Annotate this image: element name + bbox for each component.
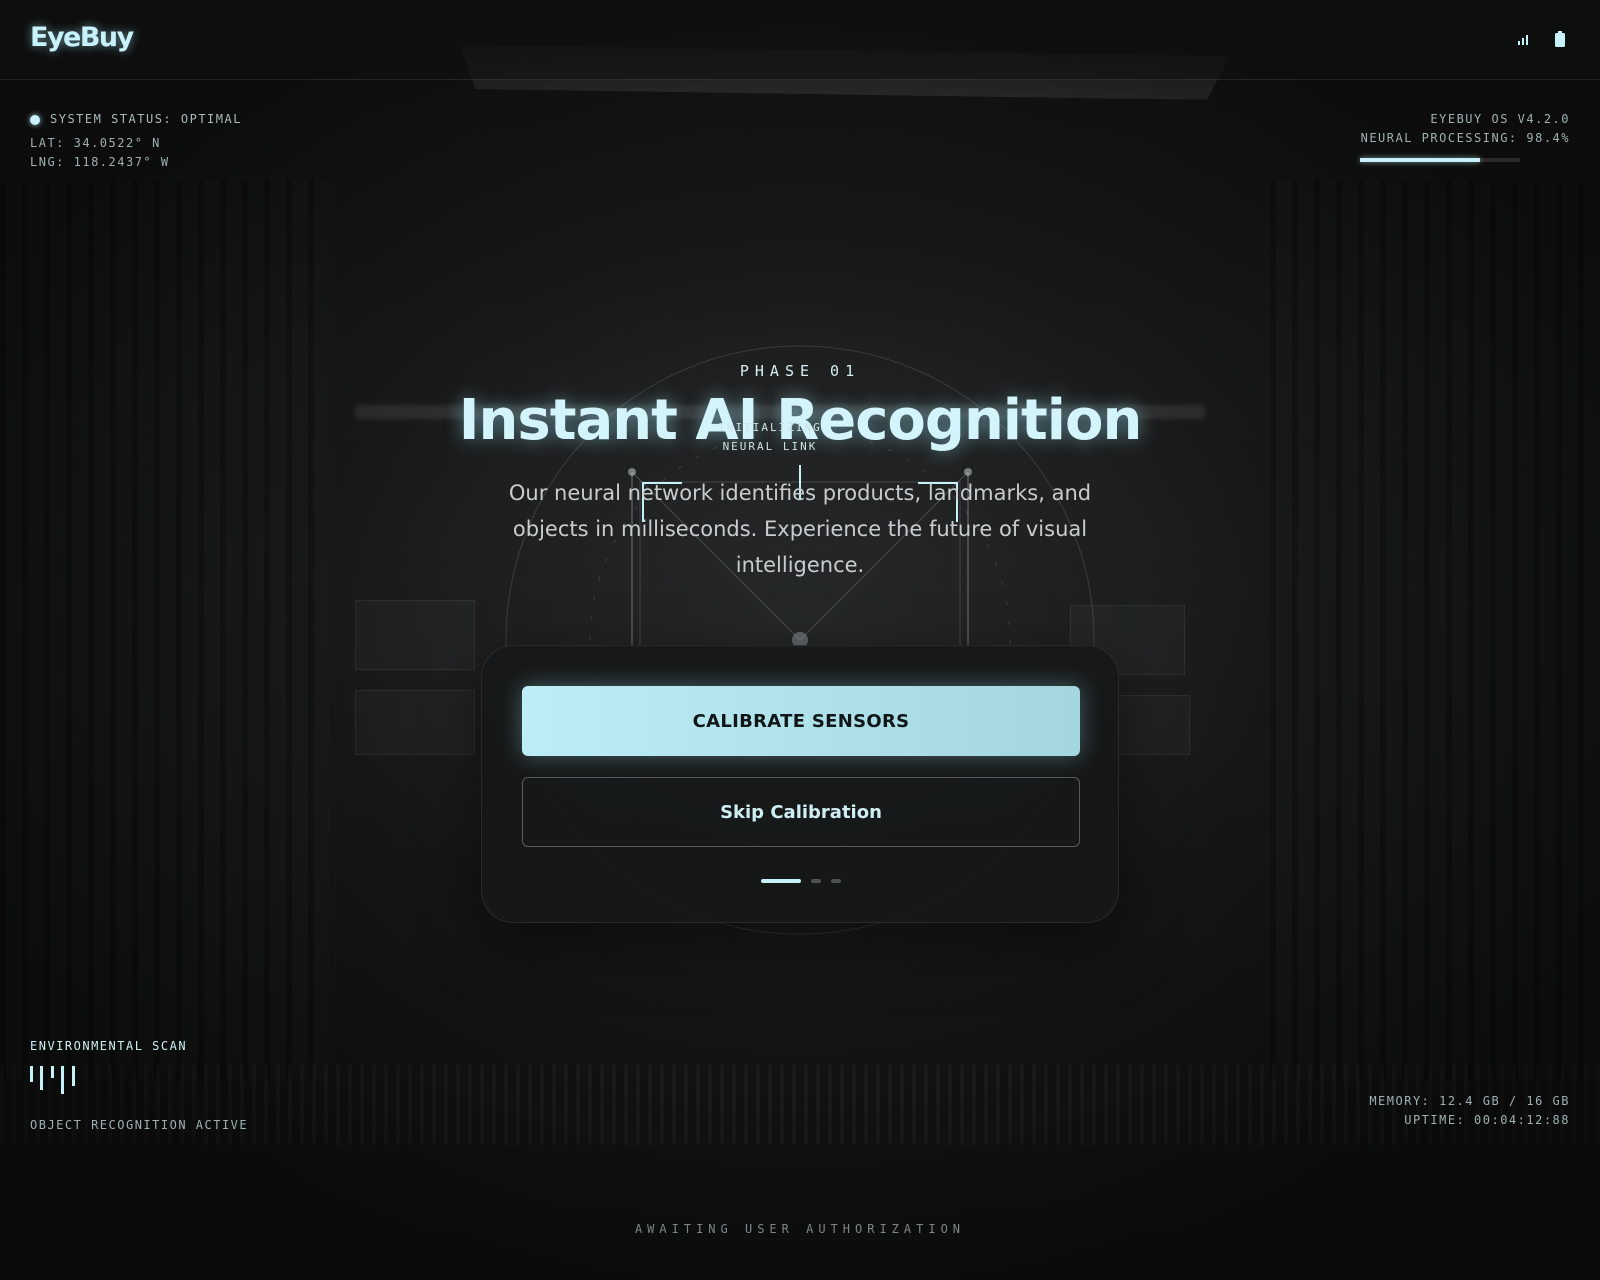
battery-icon (1555, 31, 1565, 47)
calibration-card: CALIBRATE SENSORS Skip Calibration (481, 645, 1119, 923)
neural-progress-fill (1360, 158, 1480, 162)
os-version: EYEBUY OS V4.2.0 (1430, 112, 1570, 126)
pagination-dot[interactable] (761, 879, 801, 883)
top-bar: EyeBuy (0, 0, 1600, 80)
hero-subtitle: Our neural network identifies products, … (508, 481, 1092, 577)
phase-label: PHASE 01 (739, 362, 861, 380)
hud-top-left: SYSTEM STATUS: OPTIMAL LAT: 34.0522° N L… (30, 110, 242, 172)
scanner-label: INITIALIZING NEURAL LINK (700, 418, 840, 456)
hud-bottom-right: MEMORY: 12.4 GB / 16 GB UPTIME: 00:04:12… (1369, 1092, 1570, 1130)
signal-icon (1518, 35, 1528, 45)
calibrate-sensors-button[interactable]: CALIBRATE SENSORS (522, 686, 1080, 756)
latitude-readout: LAT: 34.0522° N (30, 136, 161, 150)
skip-calibration-button[interactable]: Skip Calibration (522, 777, 1080, 847)
neural-processing: NEURAL PROCESSING: 98.4% (1360, 131, 1570, 145)
system-status: SYSTEM STATUS: OPTIMAL (50, 112, 242, 126)
memory-readout: MEMORY: 12.4 GB / 16 GB (1369, 1094, 1570, 1108)
brand-logo[interactable]: EyeBuy (30, 22, 134, 53)
longitude-readout: LNG: 118.2437° W (30, 155, 170, 169)
scan-bars-icon (30, 1066, 75, 1094)
neural-progress-bar (1360, 158, 1520, 162)
hud-bottom-left: ENVIRONMENTAL SCAN OBJECT RECOGNITION AC… (30, 1039, 247, 1132)
scanner-label-line2: NEURAL LINK (722, 440, 818, 453)
pagination-dot[interactable] (811, 879, 821, 883)
env-scan-label: ENVIRONMENTAL SCAN (30, 1039, 188, 1053)
status-dot-icon (30, 114, 40, 125)
object-recognition-status: OBJECT RECOGNITION ACTIVE (30, 1118, 249, 1132)
scanner-label-line1: INITIALIZING (718, 421, 822, 434)
pagination-dot[interactable] (831, 879, 841, 883)
hud-top-right: EYEBUY OS V4.2.0 NEURAL PROCESSING: 98.4… (1361, 110, 1570, 148)
pagination-dots (482, 879, 1120, 883)
footer-status: AWAITING USER AUTHORIZATION (634, 1222, 966, 1236)
uptime-readout: UPTIME: 00:04:12:88 (1404, 1113, 1570, 1127)
